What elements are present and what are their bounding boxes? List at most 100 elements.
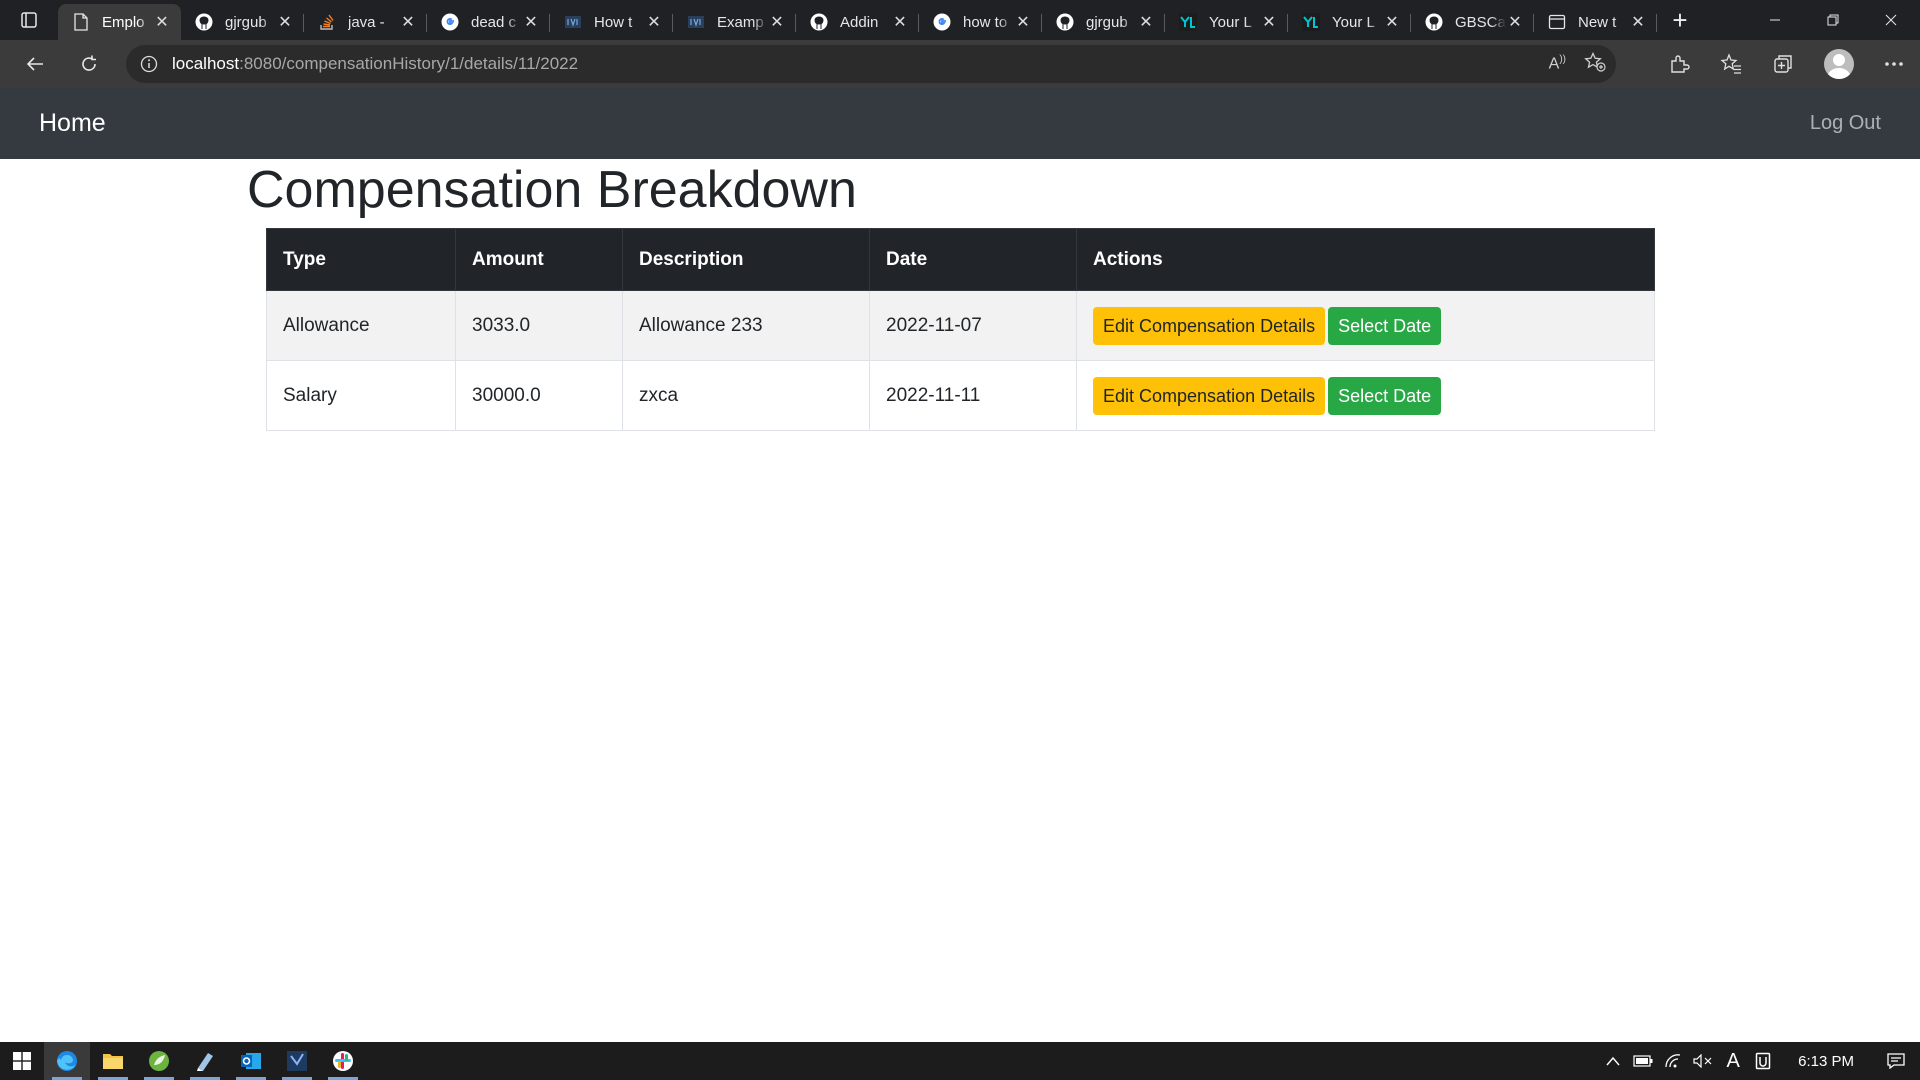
logout-link[interactable]: Log Out bbox=[1810, 112, 1881, 135]
back-button[interactable] bbox=[8, 44, 62, 84]
windows-taskbar: A 6:13 PM bbox=[0, 1042, 1920, 1080]
minimize-button[interactable] bbox=[1746, 0, 1804, 40]
close-tab-icon[interactable]: ✕ bbox=[645, 12, 663, 32]
close-tab-icon[interactable]: ✕ bbox=[522, 12, 540, 32]
tab-title: New t bbox=[1578, 13, 1617, 31]
security-icon[interactable] bbox=[1748, 1052, 1778, 1070]
close-tab-icon[interactable]: ✕ bbox=[276, 12, 294, 32]
edit-compensation-button[interactable]: Edit Compensation Details bbox=[1093, 306, 1326, 345]
site-info-icon[interactable] bbox=[126, 55, 172, 73]
browser-tab[interactable]: Examp ✕ bbox=[673, 4, 796, 40]
taskbar-clock[interactable]: 6:13 PM bbox=[1778, 1053, 1872, 1070]
add-favorite-icon[interactable] bbox=[1584, 51, 1606, 77]
select-date-button[interactable]: Select Date bbox=[1328, 376, 1442, 415]
read-aloud-icon[interactable]: A)) bbox=[1549, 54, 1566, 73]
tab-actions-icon bbox=[21, 12, 37, 28]
table-header-row: Type Amount Description Date Actions bbox=[266, 228, 1655, 291]
back-arrow-icon bbox=[26, 57, 43, 71]
close-tab-icon[interactable]: ✕ bbox=[1260, 12, 1278, 32]
cell-date: 2022-11-07 bbox=[869, 290, 1077, 361]
slack-icon bbox=[333, 1051, 353, 1071]
browser-tab[interactable]: Addin ✕ bbox=[796, 4, 919, 40]
refresh-button[interactable] bbox=[62, 44, 116, 84]
volume-muted-icon[interactable] bbox=[1688, 1054, 1718, 1068]
browser-tab-strip: Emplo ✕ gjrgub ✕ java - ✕ dead c ✕ How t ✕ Examp ✕ A… bbox=[0, 0, 1920, 40]
refresh-icon bbox=[82, 55, 96, 71]
taskbar-visual-studio[interactable] bbox=[274, 1042, 320, 1080]
close-tab-icon[interactable]: ✕ bbox=[1137, 12, 1155, 32]
wifi-icon[interactable] bbox=[1658, 1053, 1688, 1069]
address-bar-row: localhost:8080/compensationHistory/1/det… bbox=[0, 40, 1920, 88]
close-tab-icon[interactable]: ✕ bbox=[1629, 12, 1647, 32]
start-button[interactable] bbox=[0, 1042, 44, 1080]
browser-tab[interactable]: Your L ✕ bbox=[1288, 4, 1411, 40]
cell-amount: 30000.0 bbox=[455, 360, 623, 431]
window-controls bbox=[1746, 0, 1920, 40]
home-link[interactable]: Home bbox=[39, 109, 106, 138]
edit-compensation-button[interactable]: Edit Compensation Details bbox=[1093, 376, 1326, 415]
tab-title: GBSCa bbox=[1455, 13, 1506, 31]
notifications-icon[interactable] bbox=[1872, 1053, 1920, 1069]
visual-studio-icon bbox=[287, 1051, 307, 1071]
extensions-icon[interactable] bbox=[1668, 53, 1690, 75]
browser-tab[interactable]: dead c ✕ bbox=[427, 4, 550, 40]
close-tab-icon[interactable]: ✕ bbox=[399, 12, 417, 32]
notes-icon bbox=[197, 1053, 213, 1071]
tray-chevron-up-icon[interactable] bbox=[1598, 1056, 1628, 1066]
browser-tab[interactable]: Emplo ✕ bbox=[58, 4, 181, 40]
browser-tab[interactable]: GBSCa ✕ bbox=[1411, 4, 1534, 40]
input-language-icon[interactable]: A bbox=[1718, 1050, 1748, 1073]
taskbar-notes-app[interactable] bbox=[182, 1042, 228, 1080]
cell-actions: Edit Compensation Details Select Date bbox=[1076, 290, 1655, 361]
close-tab-icon[interactable]: ✕ bbox=[891, 12, 909, 32]
browser-tab[interactable]: Your L ✕ bbox=[1165, 4, 1288, 40]
browser-tab[interactable]: how to ✕ bbox=[919, 4, 1042, 40]
url-text[interactable]: localhost:8080/compensationHistory/1/det… bbox=[172, 54, 578, 74]
tab-title: how to bbox=[963, 13, 1008, 31]
close-tab-icon[interactable]: ✕ bbox=[768, 12, 786, 32]
yaml-icon bbox=[1302, 13, 1320, 31]
new-tab-button[interactable]: + bbox=[1657, 0, 1703, 40]
browser-tab[interactable]: gjrgub ✕ bbox=[1042, 4, 1165, 40]
url-actions: A)) bbox=[1549, 45, 1606, 83]
url-host: localhost bbox=[172, 54, 240, 73]
tab-list: Emplo ✕ gjrgub ✕ java - ✕ dead c ✕ How t ✕ Examp ✕ A… bbox=[58, 0, 1657, 40]
taskbar-slack[interactable] bbox=[320, 1042, 366, 1080]
table-row: Salary 30000.0 zxca 2022-11-11 Edit Comp… bbox=[266, 360, 1655, 431]
settings-more-icon[interactable] bbox=[1884, 61, 1904, 67]
browser-tab[interactable]: New t ✕ bbox=[1534, 4, 1657, 40]
taskbar-edge[interactable] bbox=[44, 1042, 90, 1080]
battery-icon[interactable] bbox=[1628, 1055, 1658, 1067]
select-date-button[interactable]: Select Date bbox=[1328, 306, 1442, 345]
github-icon bbox=[810, 13, 828, 31]
google-icon bbox=[441, 13, 459, 31]
close-tab-icon[interactable]: ✕ bbox=[153, 12, 171, 32]
github-icon bbox=[1056, 13, 1074, 31]
header-description: Description bbox=[622, 228, 870, 291]
close-tab-icon[interactable]: ✕ bbox=[1506, 12, 1524, 32]
newtab-icon bbox=[1548, 13, 1566, 31]
yaml-icon bbox=[1179, 13, 1197, 31]
close-tab-icon[interactable]: ✕ bbox=[1014, 12, 1032, 32]
close-window-button[interactable] bbox=[1862, 0, 1920, 40]
favorites-icon[interactable] bbox=[1720, 53, 1742, 75]
tab-title: gjrgub bbox=[225, 13, 267, 31]
site-icon bbox=[564, 13, 582, 31]
github-icon bbox=[1425, 13, 1443, 31]
taskbar-spring[interactable] bbox=[136, 1042, 182, 1080]
url-field[interactable]: localhost:8080/compensationHistory/1/det… bbox=[126, 45, 1616, 83]
taskbar-file-explorer[interactable] bbox=[90, 1042, 136, 1080]
close-tab-icon[interactable]: ✕ bbox=[1383, 12, 1401, 32]
restore-button[interactable] bbox=[1804, 0, 1862, 40]
site-icon bbox=[687, 13, 705, 31]
collections-icon[interactable] bbox=[1772, 53, 1794, 75]
browser-tab[interactable]: java - ✕ bbox=[304, 4, 427, 40]
page-title: Compensation Breakdown bbox=[247, 161, 857, 219]
tab-actions-button[interactable] bbox=[0, 0, 58, 40]
browser-tab[interactable]: gjrgub ✕ bbox=[181, 4, 304, 40]
browser-toolbar bbox=[1668, 40, 1904, 88]
profile-avatar[interactable] bbox=[1824, 49, 1854, 79]
browser-tab[interactable]: How t ✕ bbox=[550, 4, 673, 40]
taskbar-outlook[interactable] bbox=[228, 1042, 274, 1080]
tab-title: Your L bbox=[1332, 13, 1375, 31]
